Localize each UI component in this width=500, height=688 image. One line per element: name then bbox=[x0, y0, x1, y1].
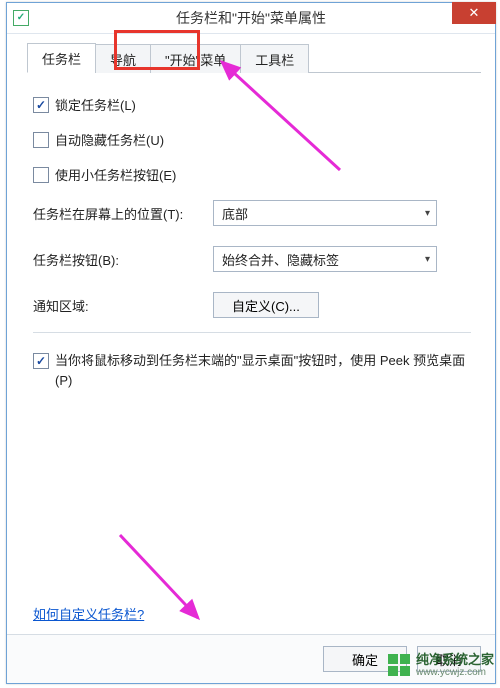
tab-start-menu[interactable]: "开始"菜单 bbox=[150, 44, 241, 73]
buttons-label: 任务栏按钮(B): bbox=[33, 250, 213, 269]
auto-hide-checkbox[interactable] bbox=[33, 132, 49, 148]
taskbar-panel: ✓ 锁定任务栏(L) 自动隐藏任务栏(U) 使用小任务栏按钮(E) 任务栏在屏幕… bbox=[27, 73, 481, 416]
notification-row: 通知区域: 自定义(C)... bbox=[33, 292, 471, 318]
close-icon: ✕ bbox=[469, 5, 480, 21]
peek-label: 当你将鼠标移动到任务栏末端的"显示桌面"按钮时，使用 Peek 预览桌面(P) bbox=[55, 351, 471, 390]
window-title: 任务栏和"开始"菜单属性 bbox=[7, 8, 495, 28]
divider bbox=[33, 332, 471, 333]
buttons-select[interactable]: 始终合并、隐藏标签 ▾ bbox=[213, 246, 437, 272]
help-link[interactable]: 如何自定义任务栏? bbox=[33, 607, 144, 622]
dialog-content: 任务栏 导航 "开始"菜单 工具栏 ✓ 锁定任务栏(L) 自动隐藏任务栏(U) … bbox=[7, 34, 495, 416]
watermark-url: www.ycwjz.com bbox=[416, 667, 494, 678]
peek-row: ✓ 当你将鼠标移动到任务栏末端的"显示桌面"按钮时，使用 Peek 预览桌面(P… bbox=[33, 351, 471, 390]
position-value: 底部 bbox=[222, 204, 248, 223]
close-button[interactable]: ✕ bbox=[452, 2, 496, 24]
lock-taskbar-row: ✓ 锁定任务栏(L) bbox=[33, 95, 471, 114]
tab-strip: 任务栏 导航 "开始"菜单 工具栏 bbox=[27, 44, 481, 73]
check-icon: ✓ bbox=[36, 355, 46, 367]
tab-toolbars[interactable]: 工具栏 bbox=[240, 44, 309, 73]
position-row: 任务栏在屏幕上的位置(T): 底部 ▾ bbox=[33, 200, 471, 226]
watermark-logo-icon bbox=[388, 654, 410, 676]
watermark-name: 纯净系统之家 bbox=[416, 653, 494, 667]
position-select[interactable]: 底部 ▾ bbox=[213, 200, 437, 226]
buttons-value: 始终合并、隐藏标签 bbox=[222, 250, 339, 269]
check-icon: ✓ bbox=[36, 99, 46, 111]
chevron-down-icon: ▾ bbox=[425, 254, 430, 265]
customize-button[interactable]: 自定义(C)... bbox=[213, 292, 319, 318]
peek-checkbox[interactable]: ✓ bbox=[33, 353, 49, 369]
position-label: 任务栏在屏幕上的位置(T): bbox=[33, 204, 213, 223]
auto-hide-row: 自动隐藏任务栏(U) bbox=[33, 130, 471, 149]
properties-dialog: ✓ 任务栏和"开始"菜单属性 ✕ 任务栏 导航 "开始"菜单 工具栏 ✓ 锁定任… bbox=[6, 2, 496, 684]
help-area: 如何自定义任务栏? bbox=[33, 604, 144, 623]
watermark: 纯净系统之家 www.ycwjz.com bbox=[388, 653, 494, 678]
small-buttons-checkbox[interactable] bbox=[33, 167, 49, 183]
lock-taskbar-label: 锁定任务栏(L) bbox=[55, 95, 136, 114]
buttons-row: 任务栏按钮(B): 始终合并、隐藏标签 ▾ bbox=[33, 246, 471, 272]
lock-taskbar-checkbox[interactable]: ✓ bbox=[33, 97, 49, 113]
tab-taskbar[interactable]: 任务栏 bbox=[27, 43, 96, 73]
small-buttons-row: 使用小任务栏按钮(E) bbox=[33, 165, 471, 184]
auto-hide-label: 自动隐藏任务栏(U) bbox=[55, 130, 164, 149]
notification-label: 通知区域: bbox=[33, 296, 213, 315]
tab-navigation[interactable]: 导航 bbox=[95, 44, 151, 73]
chevron-down-icon: ▾ bbox=[425, 208, 430, 219]
titlebar: ✓ 任务栏和"开始"菜单属性 ✕ bbox=[7, 3, 495, 34]
small-buttons-label: 使用小任务栏按钮(E) bbox=[55, 165, 176, 184]
